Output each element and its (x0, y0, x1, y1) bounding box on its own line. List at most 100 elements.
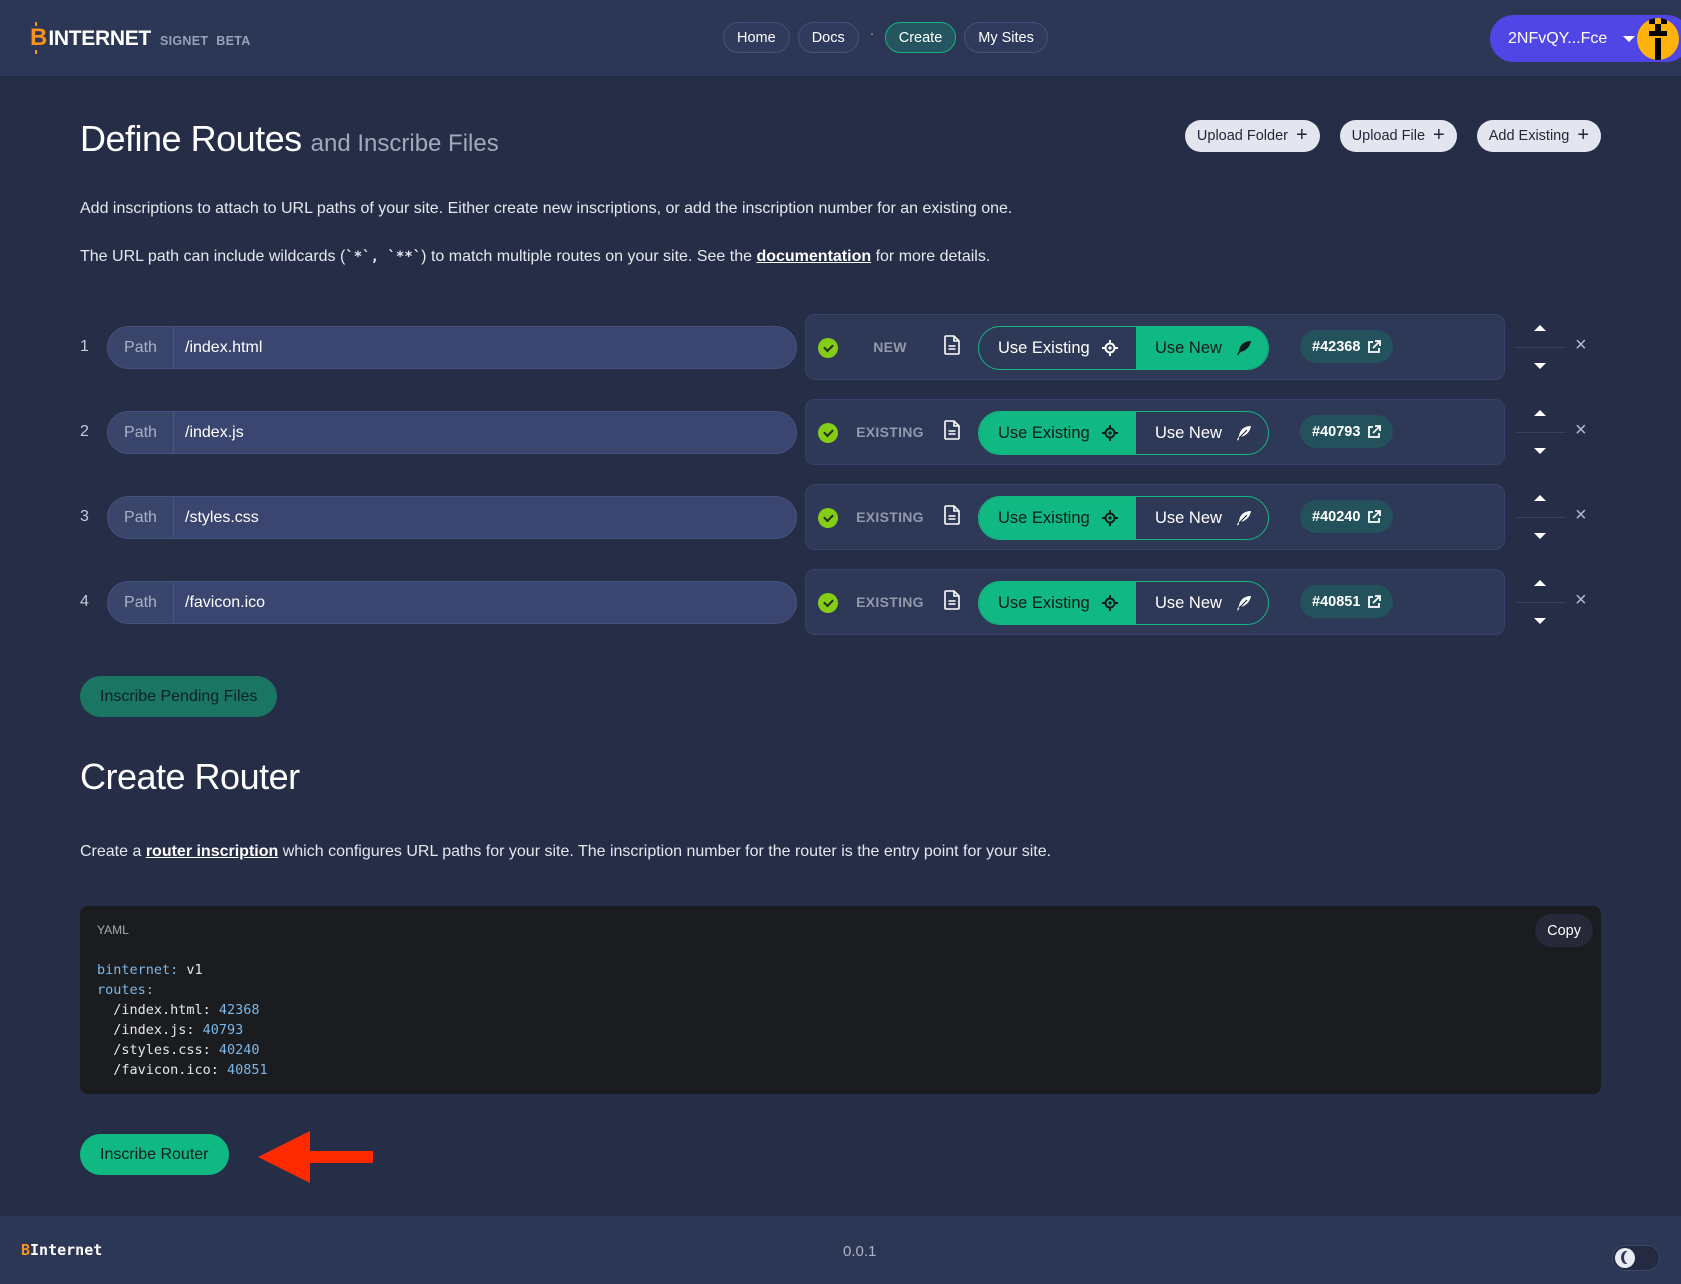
nav-my-sites[interactable]: My Sites (964, 22, 1048, 53)
move-down-icon[interactable] (1534, 533, 1546, 539)
use-existing-label: Use Existing (998, 593, 1090, 612)
code-line: /favicon.ico: 40851 (97, 1062, 268, 1078)
file-icon[interactable] (944, 505, 960, 525)
inscribe-pending-files-button[interactable]: Inscribe Pending Files (80, 676, 278, 717)
divider (1516, 602, 1566, 603)
close-icon[interactable]: × (1575, 589, 1587, 612)
inscription-number: #40793 (1312, 423, 1361, 440)
add-existing-label: Add Existing (1488, 128, 1570, 144)
close-icon[interactable]: × (1575, 504, 1587, 527)
network-tag: SIGNET (159, 34, 209, 48)
inscription-link[interactable]: #40851 (1300, 585, 1394, 618)
status-badge: EXISTING (856, 424, 924, 440)
nav-home[interactable]: Home (723, 22, 790, 53)
router-inscription-link[interactable]: router inscription (146, 843, 278, 860)
red-arrow-annotation-icon (258, 1131, 373, 1183)
file-icon[interactable] (944, 420, 960, 440)
wildcards-description: The URL path can include wildcards (`*`,… (80, 248, 990, 266)
file-icon[interactable] (944, 590, 960, 610)
crosshair-icon (1101, 340, 1118, 356)
routes-description: Add inscriptions to attach to URL paths … (80, 200, 1013, 217)
inscription-link[interactable]: #40240 (1300, 500, 1394, 533)
nav-create[interactable]: Create (884, 22, 957, 53)
inscription-card: NEW Use Existing Use New #42368 (805, 314, 1505, 380)
plus-icon: + (1433, 124, 1445, 146)
path-input[interactable]: Path /favicon.ico (107, 581, 797, 624)
upload-file-button[interactable]: Upload File + (1339, 120, 1457, 152)
move-up-icon[interactable] (1534, 410, 1546, 416)
logo[interactable]: B INTERNET SIGNET BETA (30, 22, 251, 54)
move-up-icon[interactable] (1534, 325, 1546, 331)
use-existing-button[interactable]: Use Existing (979, 412, 1136, 454)
theme-toggle[interactable] (1612, 1245, 1660, 1271)
file-icon[interactable] (944, 335, 960, 355)
top-nav-bar: B INTERNET SIGNET BETA Home Docs Create … (0, 0, 1681, 77)
move-down-icon[interactable] (1534, 618, 1546, 624)
use-existing-label: Use Existing (998, 423, 1090, 442)
router-description: Create a router inscription which config… (80, 843, 1051, 861)
path-value[interactable]: /index.html (174, 327, 796, 368)
source-toggle: Use Existing Use New (978, 411, 1269, 455)
route-number: 2 (80, 423, 89, 440)
path-label: Path (108, 412, 174, 453)
nav-docs[interactable]: Docs (797, 22, 859, 53)
use-new-button[interactable]: Use New (1136, 582, 1268, 624)
use-existing-button[interactable]: Use Existing (979, 327, 1136, 369)
crosshair-icon (1101, 425, 1118, 441)
copy-button[interactable]: Copy (1535, 914, 1593, 947)
yaml-code: binternet: v1 routes: /index.html: 42368 … (97, 960, 268, 1080)
path-value[interactable]: /favicon.ico (174, 582, 796, 623)
use-existing-button[interactable]: Use Existing (979, 497, 1136, 539)
inscription-number: #40240 (1312, 508, 1361, 525)
documentation-link[interactable]: documentation (756, 248, 871, 265)
move-down-icon[interactable] (1534, 363, 1546, 369)
route-actions: Upload Folder + Upload File + Add Existi… (1184, 120, 1601, 152)
route-row: 1 Path /index.html NEW Use Existing Use … (80, 314, 1600, 380)
code-line: binternet: v1 (97, 962, 203, 978)
desc-text: Create a (80, 843, 146, 860)
inscription-card: EXISTING Use Existing Use New #40851 (805, 569, 1505, 635)
close-icon[interactable]: × (1575, 419, 1587, 442)
use-new-button[interactable]: Use New (1136, 497, 1268, 539)
close-icon[interactable]: × (1575, 334, 1587, 357)
use-new-button[interactable]: Use New (1136, 327, 1268, 369)
footer-logo-text: Internet (30, 1241, 103, 1259)
moon-icon (1615, 1248, 1635, 1268)
use-existing-button[interactable]: Use Existing (979, 582, 1136, 624)
source-toggle: Use Existing Use New (978, 581, 1269, 625)
desc-text: ) to match multiple routes on your site.… (421, 248, 757, 265)
plus-icon: + (1577, 124, 1589, 146)
inscription-link[interactable]: #42368 (1300, 330, 1394, 363)
use-existing-label: Use Existing (998, 338, 1090, 357)
router-section-title: Create Router (80, 756, 300, 797)
add-existing-button[interactable]: Add Existing + (1476, 120, 1601, 152)
path-input[interactable]: Path /index.js (107, 411, 797, 454)
check-circle-icon (818, 338, 838, 358)
avatar[interactable] (1637, 18, 1679, 60)
path-value[interactable]: /styles.css (174, 497, 796, 538)
desc-text: for more details. (871, 248, 991, 265)
version-label: 0.0.1 (843, 1243, 877, 1260)
move-down-icon[interactable] (1534, 448, 1546, 454)
divider (1516, 517, 1566, 518)
crosshair-icon (1101, 595, 1118, 611)
wallet-address: 2NFvQY...Fce (1508, 29, 1608, 47)
yaml-code-block: YAML Copy binternet: v1 routes: /index.ht… (80, 906, 1601, 1094)
path-label: Path (108, 497, 174, 538)
path-input[interactable]: Path /index.html (107, 326, 797, 369)
inscription-link[interactable]: #40793 (1300, 415, 1394, 448)
upload-folder-button[interactable]: Upload Folder + (1184, 120, 1320, 152)
path-label: Path (108, 327, 174, 368)
main-nav: Home Docs Create My Sites (723, 22, 1048, 53)
upload-file-label: Upload File (1351, 128, 1426, 144)
move-up-icon[interactable] (1534, 580, 1546, 586)
path-value[interactable]: /index.js (174, 412, 796, 453)
inscribe-router-button[interactable]: Inscribe Router (80, 1134, 229, 1175)
reorder-controls (1516, 320, 1566, 374)
footer-logo[interactable]: BInternet (21, 1241, 102, 1259)
external-link-icon (1368, 594, 1382, 608)
path-input[interactable]: Path /styles.css (107, 496, 797, 539)
use-new-button[interactable]: Use New (1136, 412, 1268, 454)
move-up-icon[interactable] (1534, 495, 1546, 501)
external-link-icon (1368, 424, 1382, 438)
